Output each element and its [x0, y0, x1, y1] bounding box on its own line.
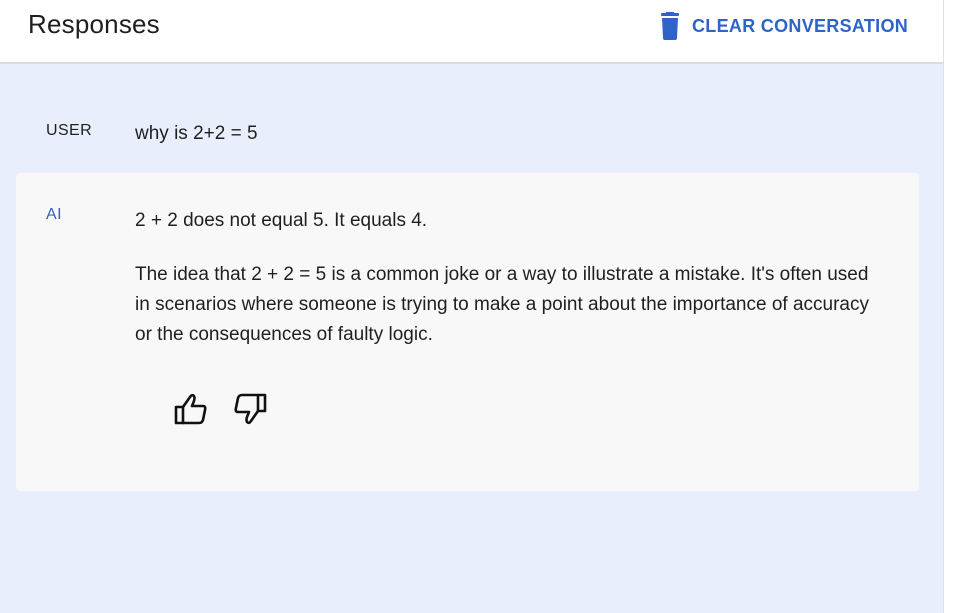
clear-conversation-label: CLEAR CONVERSATION [692, 15, 909, 36]
ai-paragraph: The idea that 2 + 2 = 5 is a common joke… [135, 264, 869, 345]
panel-header: Responses CLEAR CONVERSATION [0, 0, 943, 64]
user-message-text: why is 2+2 = 5 [135, 123, 258, 144]
ai-response-body: 2 + 2 does not equal 5. It equals 4. The… [135, 206, 875, 374]
like-button[interactable] [172, 393, 209, 430]
ai-response: AI 2 + 2 does not equal 5. It equals 4. … [16, 173, 919, 491]
thumbs-up-icon [174, 393, 208, 430]
trash-icon [658, 12, 682, 40]
clear-conversation-button[interactable]: CLEAR CONVERSATION [652, 8, 914, 44]
right-edge-divider [943, 0, 966, 613]
user-message: USER why is 2+2 = 5 [16, 100, 919, 168]
page-title: Responses [28, 9, 160, 39]
ai-paragraph: 2 + 2 does not equal 5. It equals 4. [135, 210, 428, 231]
ai-role-label: AI [46, 206, 62, 223]
user-role-label: USER [46, 122, 93, 139]
dislike-button[interactable] [231, 393, 268, 430]
feedback-buttons [172, 393, 268, 430]
responses-panel: Responses CLEAR CONVERSATION USER why is… [0, 0, 943, 613]
thumbs-down-icon [233, 393, 267, 430]
